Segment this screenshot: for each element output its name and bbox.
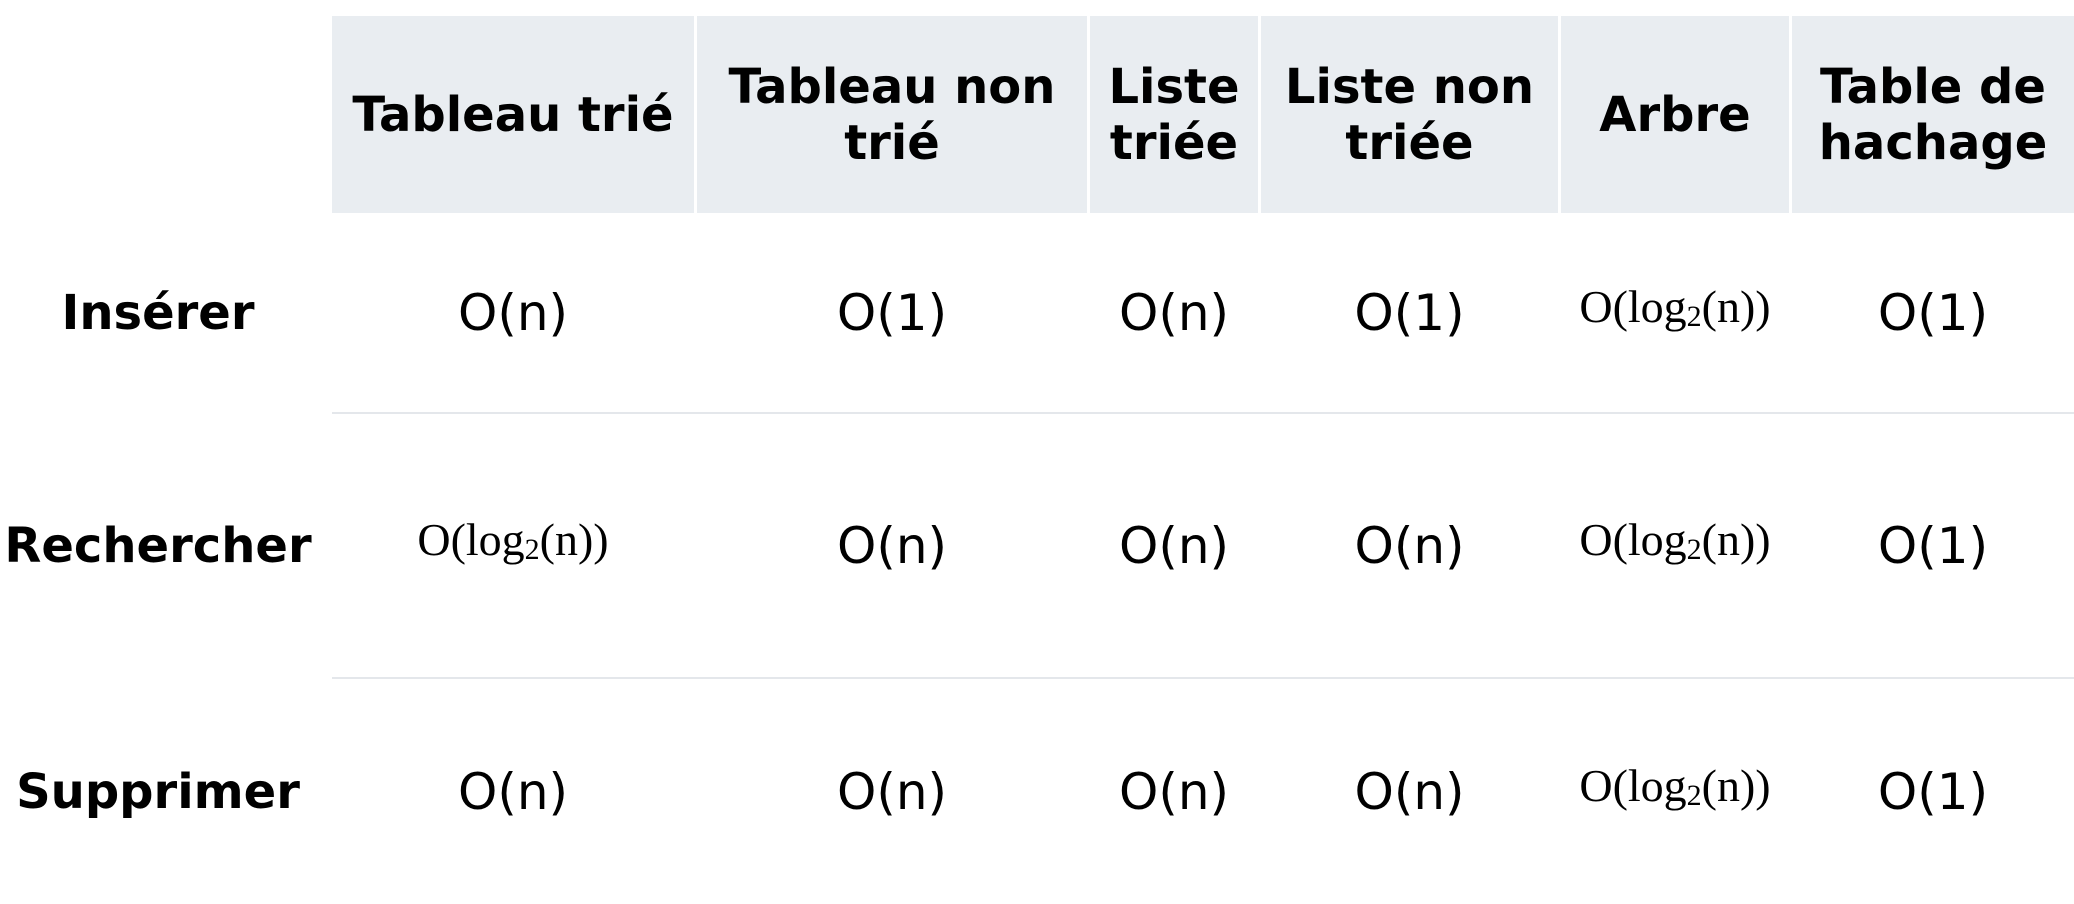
table-cell: O(n) xyxy=(1118,762,1230,821)
table-cell: O(1) xyxy=(1877,283,1989,342)
row-label-inserer: Insérer xyxy=(61,284,255,341)
table-cell: O(1) xyxy=(1877,762,1989,821)
log-base-subscript: 2 xyxy=(1686,299,1702,333)
table-cell: O(n) xyxy=(457,283,569,342)
table-cell: O(n) xyxy=(836,516,948,575)
column-header: Tableau trié xyxy=(352,86,674,143)
log-base-subscript: 2 xyxy=(1686,532,1702,566)
complexity-table: Tableau trié Tableau non trié Liste trié… xyxy=(0,0,2074,904)
table-cell: O(1) xyxy=(836,283,948,342)
column-header: Tableau non trié xyxy=(728,58,1056,171)
row-label-rechercher: Rechercher xyxy=(4,517,312,574)
table-cell: O(n) xyxy=(1118,516,1230,575)
log-base-subscript: 2 xyxy=(1686,778,1702,812)
row-label-supprimer: Supprimer xyxy=(16,763,300,820)
table-cell: O(log 2 (n)) xyxy=(417,514,609,566)
column-header: Table de hachage xyxy=(1818,58,2048,171)
column-header: Liste non triée xyxy=(1284,58,1535,171)
log-base-subscript: 2 xyxy=(524,532,540,566)
table-cell: O(n) xyxy=(1118,283,1230,342)
table-cell: O(1) xyxy=(1877,516,1989,575)
table-cell: O(log 2 (n)) xyxy=(1579,760,1771,812)
table-cell: O(n) xyxy=(836,762,948,821)
column-header: Liste triée xyxy=(1108,58,1240,171)
table-cell: O(n) xyxy=(1354,516,1465,575)
table-cell: O(n) xyxy=(457,762,569,821)
table-cell: O(log 2 (n)) xyxy=(1579,514,1771,566)
table-cell: O(log 2 (n)) xyxy=(1579,281,1771,333)
column-header: Arbre xyxy=(1599,86,1751,143)
table-cell: O(n) xyxy=(1354,762,1465,821)
table-cell: O(1) xyxy=(1354,283,1465,342)
